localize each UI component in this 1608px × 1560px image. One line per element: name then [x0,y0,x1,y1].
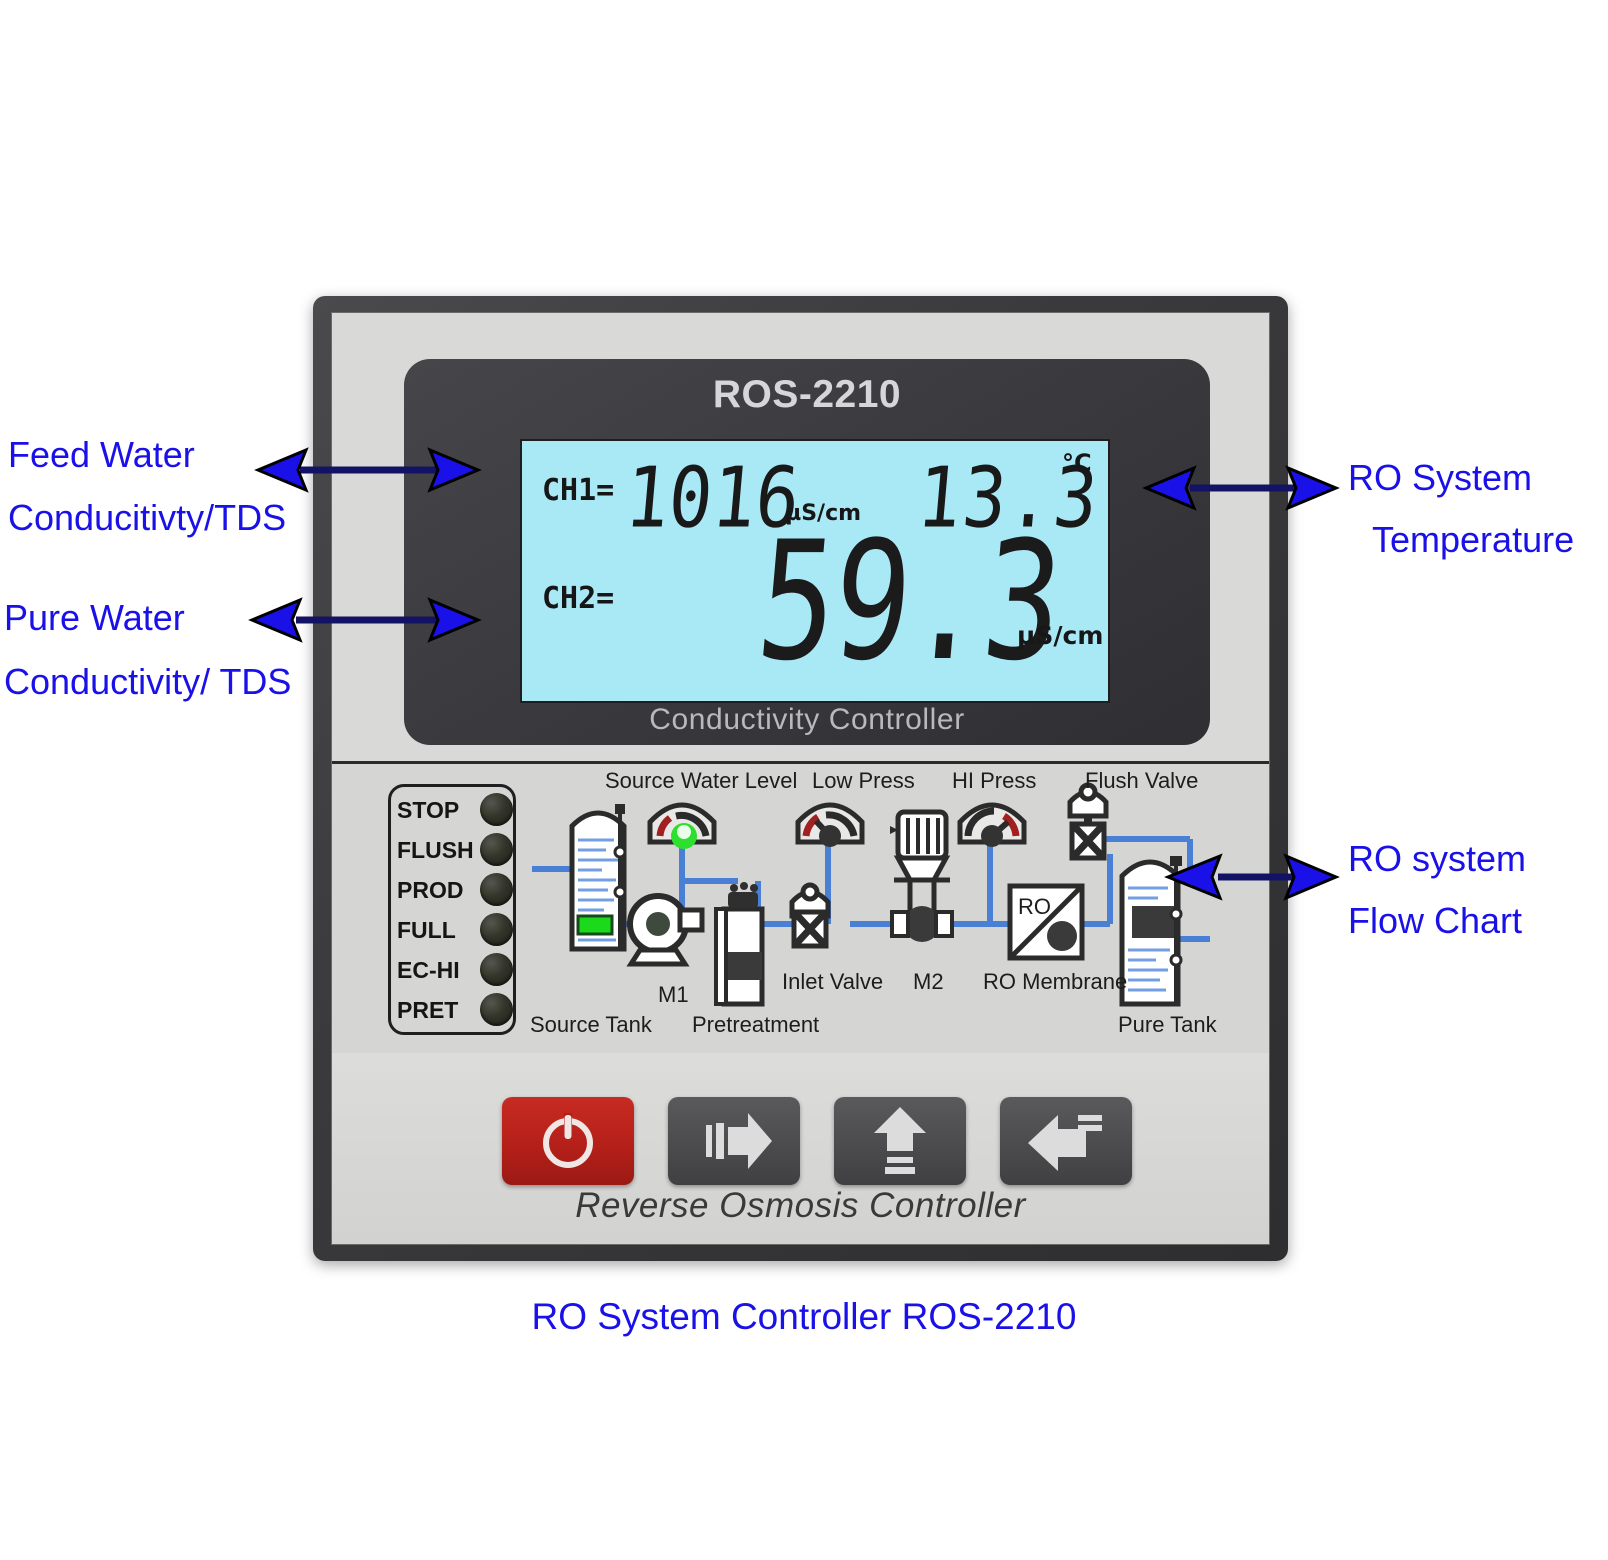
pure-tank-icon [1119,856,1183,1007]
status-led-label: PROD [397,877,464,903]
label-inlet-valve: Inlet Valve [782,969,884,994]
status-led-panel: STOP FLUSH PROD FULL EC-HI PRET [388,784,516,1035]
flow-panel: STOP FLUSH PROD FULL EC-HI PRET Source W… [332,761,1269,1059]
arrow-left-icon [1028,1115,1102,1171]
ro-flow-diagram: Source Water Level Low Press HI Press Fl… [510,764,1269,1056]
annotation-temperature-line1: RO System [1348,457,1533,498]
label-pretreatment: Pretreatment [692,1012,820,1037]
enter-key[interactable] [1000,1097,1132,1185]
led-indicator-icon [480,793,513,826]
label-low-press: Low Press [812,768,915,793]
status-led-ec-hi: EC-HI [397,951,513,988]
label-flush-valve: Flush Valve [1085,768,1199,793]
label-ro-membrane: RO Membrane [983,969,1128,994]
model-name: ROS-2210 [712,373,902,416]
ch2-value: 59.3 [750,506,1068,698]
ro-membrane-text: RO [1018,894,1051,919]
power-icon [543,1113,593,1168]
page-root: ROS-2210 CH1= 1016 µS/cm 13.3 °C CH2= 59… [0,0,1608,1560]
label-source-water-level: Source Water Level [605,768,798,793]
hi-press-gauge-icon [957,802,1027,847]
label-m1: M1 [658,982,689,1007]
m1-pump-icon [626,893,705,967]
status-led-label: FLUSH [397,837,474,863]
led-indicator-icon [480,873,513,906]
inlet-valve-icon [789,882,831,949]
power-key[interactable] [502,1097,634,1185]
arrow-up-icon [874,1107,926,1174]
led-indicator-icon [480,953,513,986]
ch1-label: CH1= [542,473,615,508]
annotation-pure-water-line1: Pure Water [4,597,185,638]
label-m2: M2 [913,969,944,994]
status-led-label: FULL [397,917,456,943]
annotation-temperature-line2: Temperature [1372,519,1575,560]
display-module: ROS-2210 CH1= 1016 µS/cm 13.3 °C CH2= 59… [404,359,1210,745]
keypad-panel: Reverse Osmosis Controller [332,1053,1269,1244]
low-press-gauge-icon [795,802,865,847]
brand-text: Reverse Osmosis Controller [575,1186,1026,1225]
ro-membrane-icon: RO [1007,883,1085,961]
annotation-pure-water-line2: Conductivity/ TDS [4,661,292,702]
source-tank-icon [569,804,627,952]
figure-caption: RO System Controller ROS-2210 [531,1296,1077,1337]
status-led-label: STOP [397,797,460,823]
pretreatment-icon [714,882,765,1007]
ch2-label: CH2= [542,581,615,616]
annotation-flowchart-line1: RO system [1348,838,1527,879]
label-pure-tank: Pure Tank [1118,1012,1217,1037]
status-led-prod: PROD [397,871,513,908]
ch2-unit: µS/cm [1017,621,1104,650]
status-led-label: PRET [397,997,459,1023]
led-indicator-icon [480,993,513,1026]
annotation-flowchart-line2: Flow Chart [1348,900,1523,941]
label-source-tank: Source Tank [530,1012,652,1037]
source-water-level-gauge-icon [647,802,717,849]
m2-pump-icon [890,809,954,942]
status-led-label: EC-HI [397,957,460,983]
status-led-full: FULL [397,911,513,948]
flush-valve-icon [1067,782,1109,861]
led-indicator-icon [480,833,513,866]
led-indicator-icon [480,913,513,946]
status-led-stop: STOP [397,791,513,828]
lcd-screen: CH1= 1016 µS/cm 13.3 °C CH2= 59.3 µS/cm [520,439,1110,703]
right-key[interactable] [668,1097,800,1185]
arrow-right-icon [706,1113,772,1169]
temperature-unit: °C [1062,449,1092,477]
device-faceplate: ROS-2210 CH1= 1016 µS/cm 13.3 °C CH2= 59… [331,312,1270,1245]
annotation-feed-water-line1: Feed Water [8,434,195,475]
module-caption: Conductivity Controller [649,703,965,736]
up-key[interactable] [834,1097,966,1185]
annotation-feed-water-line2: Conducitivty/TDS [8,497,287,538]
label-hi-press: HI Press [952,768,1037,793]
ro-controller-device: ROS-2210 CH1= 1016 µS/cm 13.3 °C CH2= 59… [313,296,1288,1261]
status-led-flush: FLUSH [397,831,513,868]
status-led-pret: PRET [397,991,513,1028]
